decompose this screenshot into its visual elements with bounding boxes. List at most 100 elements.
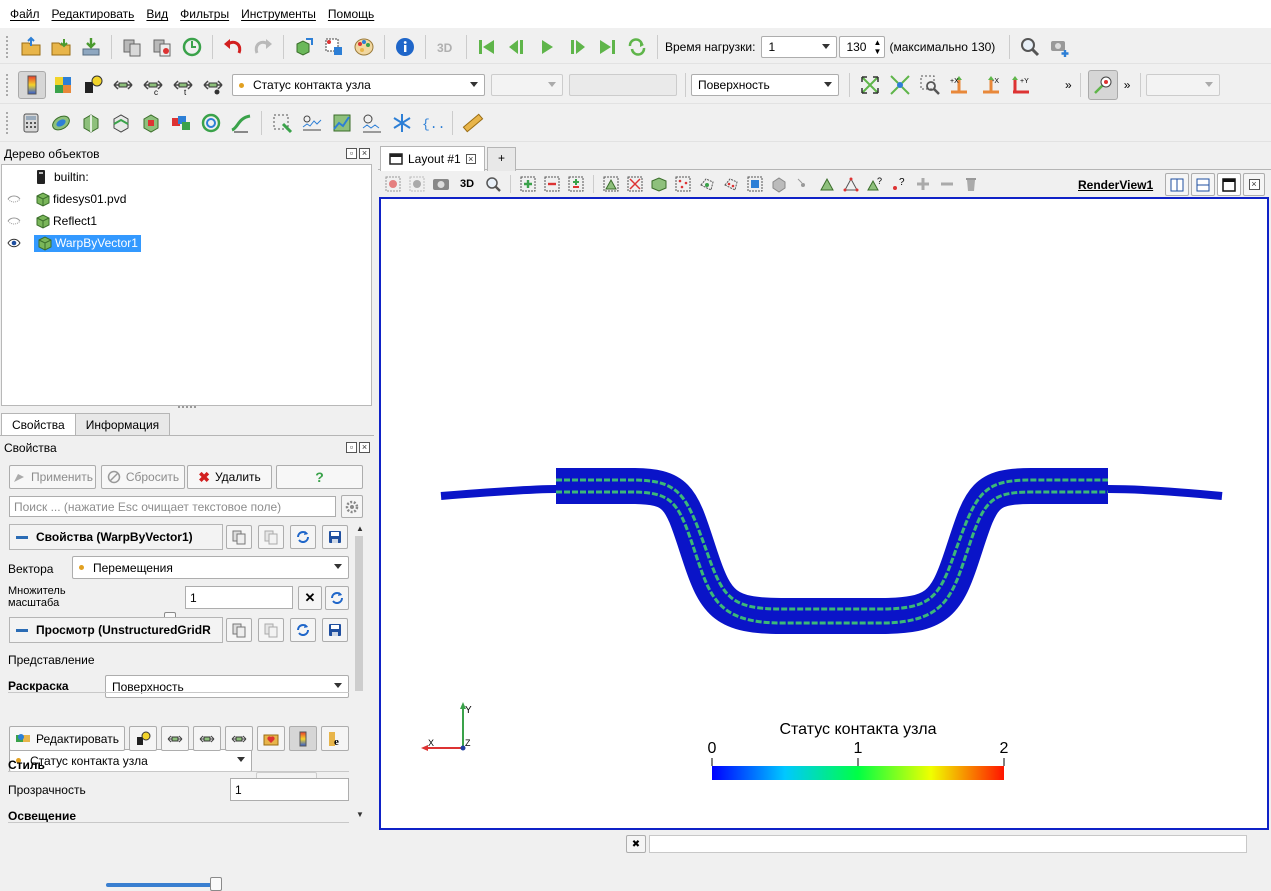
zoom-icon[interactable] (482, 173, 504, 195)
find-data-icon[interactable] (321, 34, 347, 60)
search-input[interactable]: Поиск ... (нажатие Esc очищает текстовое… (9, 496, 336, 517)
clear-selection-icon[interactable] (960, 173, 982, 195)
splitter-handle[interactable] (178, 406, 196, 409)
first-frame-icon[interactable] (474, 34, 500, 60)
glyph-icon[interactable] (198, 110, 224, 136)
menu-file[interactable]: Файл (4, 7, 46, 21)
reset-scale-icon[interactable] (325, 586, 349, 610)
eye-open-icon[interactable] (7, 238, 21, 248)
select-cells-query-icon[interactable]: ? (864, 173, 886, 195)
python-calculator-icon[interactable]: {..} (419, 110, 445, 136)
apply-button[interactable]: Применить (9, 465, 96, 489)
select-surface-points-icon[interactable] (624, 173, 646, 195)
reset-camera-icon[interactable] (857, 72, 883, 98)
next-frame-icon[interactable] (564, 34, 590, 60)
grow-selection-icon[interactable] (840, 173, 862, 195)
open-folder-icon[interactable] (48, 34, 74, 60)
representation-select[interactable]: Поверхность (691, 74, 839, 96)
reset-button[interactable]: Сбросить (101, 465, 185, 489)
reset-session-icon[interactable] (179, 34, 205, 60)
split-vertical-icon[interactable] (1191, 173, 1215, 196)
scale-factor-input[interactable]: 1 (185, 586, 293, 609)
maximize-icon[interactable] (1217, 173, 1241, 196)
favorites-icon[interactable] (257, 726, 285, 751)
threshold-icon[interactable] (138, 110, 164, 136)
extract-subset-icon[interactable] (168, 110, 194, 136)
opacity-input[interactable]: 1 (230, 778, 349, 801)
eye-closed-icon[interactable] (7, 216, 21, 226)
zoom-closest-icon[interactable] (887, 72, 913, 98)
reset-range-icon[interactable] (80, 72, 106, 98)
contour-icon[interactable] (48, 110, 74, 136)
menu-filters[interactable]: Фильтры (174, 7, 235, 21)
clear-status-icon[interactable]: ✖ (626, 835, 646, 853)
reset-view-icon[interactable] (382, 173, 404, 195)
change-input-icon[interactable] (291, 34, 317, 60)
load-state-icon[interactable] (119, 34, 145, 60)
delete-button[interactable]: ✖ Удалить (187, 465, 272, 489)
rescale-custom-icon[interactable]: c (140, 72, 166, 98)
edit-color-map-icon[interactable] (50, 72, 76, 98)
edit-legend-icon[interactable]: e (321, 726, 349, 751)
paste-icon[interactable] (258, 525, 284, 549)
view-minus-x-icon[interactable]: -X (977, 72, 1003, 98)
save-icon[interactable] (322, 525, 348, 549)
split-horizontal-icon[interactable] (1165, 173, 1189, 196)
save-data-icon[interactable] (78, 34, 104, 60)
pipeline-item-builtin[interactable]: builtin: (34, 167, 89, 187)
hover-cells-icon[interactable] (816, 173, 838, 195)
representation-dropdown[interactable]: Поверхность (105, 675, 349, 698)
float-icon[interactable]: ▫ (346, 442, 357, 453)
snowflake-icon[interactable] (389, 110, 415, 136)
select-block-icon[interactable] (744, 173, 766, 195)
refresh-icon[interactable] (290, 525, 316, 549)
select-cells-on-icon[interactable] (517, 173, 539, 195)
3d-view-icon[interactable]: 3D (433, 34, 459, 60)
scrollbar[interactable]: ▲ ▼ (354, 522, 364, 822)
tab-information[interactable]: Информация (74, 413, 171, 436)
scroll-thumb[interactable] (355, 536, 363, 691)
spin-arrows-icon[interactable]: ▲ ▼ (874, 38, 882, 56)
help-button[interactable]: ? (276, 465, 363, 489)
select-cells-minus-icon[interactable] (541, 173, 563, 195)
float-icon[interactable]: ▫ (346, 148, 357, 159)
copy-icon[interactable] (226, 618, 252, 642)
camera-select[interactable] (1146, 74, 1221, 96)
hover-points-icon[interactable] (792, 173, 814, 195)
zoom-to-data-icon[interactable] (1017, 34, 1043, 60)
render-view-title[interactable]: RenderView1 (1078, 178, 1153, 192)
menu-tools[interactable]: Инструменты (235, 7, 322, 21)
pipeline-item-warpbyvector[interactable]: WarpByVector1 (2, 233, 372, 253)
plot-over-line-icon[interactable] (299, 110, 325, 136)
view-plus-y-icon[interactable]: +Y (1007, 72, 1033, 98)
calculator-icon[interactable] (18, 110, 44, 136)
redo-icon[interactable] (250, 34, 276, 60)
more-arrow-1[interactable]: » (1065, 78, 1072, 92)
rescale-temporal-icon[interactable]: t (170, 72, 196, 98)
extract-selection-icon[interactable] (269, 110, 295, 136)
pipeline-item-fidesys[interactable]: fidesys01.pvd (2, 189, 372, 209)
scroll-up-icon[interactable]: ▲ (356, 524, 364, 533)
slice-icon[interactable] (108, 110, 134, 136)
select-frustum-cells-icon[interactable] (648, 173, 670, 195)
pick-center-icon[interactable] (1087, 70, 1118, 100)
rescale-icon[interactable] (161, 726, 189, 751)
loop-icon[interactable] (624, 34, 650, 60)
more-arrow-2[interactable]: » (1124, 78, 1131, 92)
reset-view-alt-icon[interactable] (406, 173, 428, 195)
advanced-gear-icon[interactable] (341, 495, 363, 518)
add-layout-tab[interactable]: + (487, 147, 517, 171)
probe-icon[interactable] (359, 110, 385, 136)
render-canvas[interactable]: Y X Z Статус контакта узла 0 1 2 (381, 199, 1267, 828)
tab-layout-1[interactable]: Layout #1 × (380, 146, 485, 171)
menu-edit[interactable]: Редактировать (46, 7, 141, 21)
open-icon[interactable] (18, 34, 44, 60)
menu-view[interactable]: Вид (140, 7, 174, 21)
reset-range-icon[interactable] (129, 726, 157, 751)
toolbar-grip[interactable] (6, 111, 10, 134)
paste-icon[interactable] (258, 618, 284, 642)
select-polygon-cells-icon[interactable] (696, 173, 718, 195)
pipeline-item-reflect[interactable]: Reflect1 (2, 211, 372, 231)
save-state-icon[interactable] (149, 34, 175, 60)
edit-colormap-button[interactable]: Редактировать (9, 726, 125, 751)
